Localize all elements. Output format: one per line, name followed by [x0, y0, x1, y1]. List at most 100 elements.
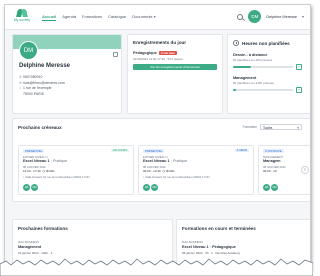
torn-edge	[0, 258, 313, 276]
top-navigation: My society Accueil Agenda Formations Cat…	[5, 5, 310, 30]
unplanned-item: Dessin - à distance 6h planifiées sur 20…	[233, 53, 305, 70]
training-company: MAC BUSINESS	[18, 240, 40, 244]
enrollment-meta: 01/09/2022 14:00-17:30 · 5/11 places	[133, 57, 183, 61]
session-mode-tag: PRÉSENTIEL	[143, 149, 165, 153]
profile-address-2: 75000 PARIS	[19, 92, 65, 98]
profile-email-value: mds@frimo@dendres.com	[23, 80, 65, 85]
participant-avatar: AB	[143, 184, 150, 191]
participant-avatar: AB	[23, 184, 30, 191]
unplanned-progress-fill	[233, 66, 251, 68]
filter-label: Formation	[242, 125, 257, 129]
unplanned-title: Heures non planifiées	[242, 40, 290, 46]
training-company: MAC BUSINESS	[182, 240, 204, 244]
nav-link-agenda[interactable]: Agenda	[62, 14, 76, 21]
profile-address-line2: 75000 PARIS	[23, 91, 44, 96]
unplanned-progress-bar	[233, 89, 293, 91]
enrollment-name-text: Pédagogique	[133, 51, 157, 55]
training-name: Management	[18, 245, 42, 249]
session-subtitle: · Pratique	[50, 159, 68, 163]
nav-link-catalogue[interactable]: Catalogue	[108, 14, 126, 21]
profile-avatar: DM	[19, 41, 38, 60]
participant-avatar: DM	[151, 184, 158, 191]
unplanned-item: Management 6h planifiées sur 140h prévue…	[233, 76, 305, 93]
unplanned-item-name: Management	[233, 76, 257, 80]
enrollments-title: Enregistrements du jour	[133, 40, 187, 45]
plan-hours-button[interactable]: +	[296, 64, 302, 70]
session-time: 14:00 - 17:30	[23, 169, 41, 173]
chevron-right-icon[interactable]: ›	[301, 166, 309, 174]
app-window: My society Accueil Agenda Formations Cat…	[4, 4, 311, 272]
unplanned-hours-card: Heures non planifiées Dessin - à distanc…	[227, 34, 310, 114]
session-location: ⌖ Salle Einstein 10 rue de la République…	[143, 175, 210, 179]
session-title: Excel Niveau 1 · Pratique	[143, 159, 187, 163]
training-item[interactable]: MAC BUSINESS Excel Niveau 1 · Pédagogiqu…	[182, 240, 240, 255]
logo-text: My society	[13, 18, 31, 22]
nav-links: Accueil Agenda Formations Catalogue Docu…	[42, 14, 156, 21]
session-duration: 3h30m	[165, 169, 176, 173]
session-title: Managem	[263, 159, 281, 163]
clock-icon: ◷	[162, 169, 165, 173]
session-participants: AB DM	[143, 184, 158, 191]
participant-avatar: AB	[263, 184, 270, 191]
edit-profile-icon[interactable]	[113, 52, 118, 57]
participant-avatar: DM	[271, 184, 278, 191]
session-time-row: 09:00 - 12:30 ◷ 3h30m	[143, 169, 175, 173]
session-time-row: 14:00 - 17:30 ◷ 3h30m	[23, 169, 55, 173]
nav-link-documents[interactable]: Documents ▾	[132, 14, 155, 21]
nav-link-formations[interactable]: Formations	[82, 14, 102, 21]
session-status-badge: À VENIR	[234, 149, 249, 152]
session-mode-tag: À DISTANCE	[263, 149, 284, 153]
enrollments-card: Enregistrements du jour Pédagogique 4 voi…	[127, 34, 223, 114]
profile-name: Delphine Meresse	[19, 63, 71, 69]
enrollment-badge: 4 voir plus	[158, 51, 177, 55]
unplanned-bar-row: +	[233, 87, 305, 93]
unplanned-progress-fill	[233, 89, 236, 91]
training-name: Excel Niveau 1 · Pédagogique	[182, 245, 236, 249]
training-meta: 19 janvier 2022 · 140h · 1	[18, 251, 53, 255]
search-icon[interactable]	[237, 13, 244, 20]
session-duration: 3h30m	[45, 169, 56, 173]
current-trainings-title: Formations en cours et terminées	[182, 226, 256, 231]
unplanned-item-sub: 6h planifiées sur 140h prévues	[233, 81, 274, 85]
unplanned-bar-row: +	[233, 64, 305, 70]
session-card[interactable]: PRÉSENTIEL EN COURS ENTREE NIVEAU 1 Exce…	[18, 145, 134, 195]
session-subtitle: · Pratique	[170, 159, 188, 163]
next-trainings-title: Prochaines formations	[18, 226, 68, 231]
nav-link-documents-label: Documents	[132, 14, 153, 19]
enrollment-item: Pédagogique 4 voir plus 01/09/2022 14:00-…	[133, 51, 217, 70]
participant-avatar: DM	[31, 184, 38, 191]
training-item[interactable]: MAC BUSINESS Management 19 janvier 2022 …	[18, 240, 52, 255]
training-meta: 05 janvier 2022 · 3h · 1 · Dendres Acade…	[182, 251, 241, 255]
user-avatar[interactable]: DM	[248, 10, 262, 23]
training-filter-select[interactable]: Toutes	[260, 124, 302, 131]
plan-hours-button[interactable]: +	[296, 87, 302, 93]
unplanned-progress-bar	[233, 66, 293, 68]
session-card[interactable]: PRÉSENTIEL À VENIR ENTREE NIVEAU 1 Excel…	[138, 145, 254, 195]
session-title-text: Excel Niveau 1	[143, 159, 170, 163]
unplanned-item-sub: 6h planifiées sur 20h prévues	[233, 58, 273, 62]
logo-mark-icon	[17, 9, 27, 17]
session-participants: AB DM	[23, 184, 38, 191]
session-location-text: Salle Einstein 10 rue de la République 6…	[25, 175, 90, 179]
session-time: 09:00 - 12:30	[143, 169, 161, 173]
session-participants: AB DM	[263, 184, 278, 191]
session-title-text: Excel Niveau 1	[23, 159, 50, 163]
profile-details: ✆0607080910 ✉mds@frimo@dendres.com ⌂ 1 ru…	[19, 75, 65, 97]
session-location: ⌖ Salle Einstein 10 rue de la République…	[23, 175, 90, 179]
user-name[interactable]: Delphine Meresse	[266, 15, 297, 19]
nav-link-accueil[interactable]: Accueil	[42, 14, 57, 21]
logo[interactable]: My society	[11, 9, 33, 22]
unplanned-item-name: Dessin - à distance	[233, 53, 268, 57]
enrollment-name: Pédagogique 4 voir plus	[133, 51, 217, 55]
user-menu-chevron-icon[interactable]: ▾	[302, 14, 304, 19]
upcoming-sessions-card: Prochains créneaux Formation Toutes PRÉS…	[12, 118, 310, 202]
view-enrollments-button[interactable]: Voir les enregistrements d'intervenant	[133, 64, 217, 70]
session-status-badge: EN COURS	[111, 149, 129, 152]
session-title-text: Managem	[263, 159, 281, 163]
profile-card: DM Delphine Meresse ✆0607080910 ✉mds@fri…	[12, 34, 122, 114]
session-time: 09:00 - 12:	[263, 169, 278, 173]
training-filter: Formation Toutes	[242, 124, 302, 131]
session-mode-tag: PRÉSENTIEL	[23, 149, 45, 153]
upcoming-title: Prochains créneaux	[18, 125, 62, 130]
nav-user-area: DM Delphine Meresse ▾	[237, 10, 304, 23]
